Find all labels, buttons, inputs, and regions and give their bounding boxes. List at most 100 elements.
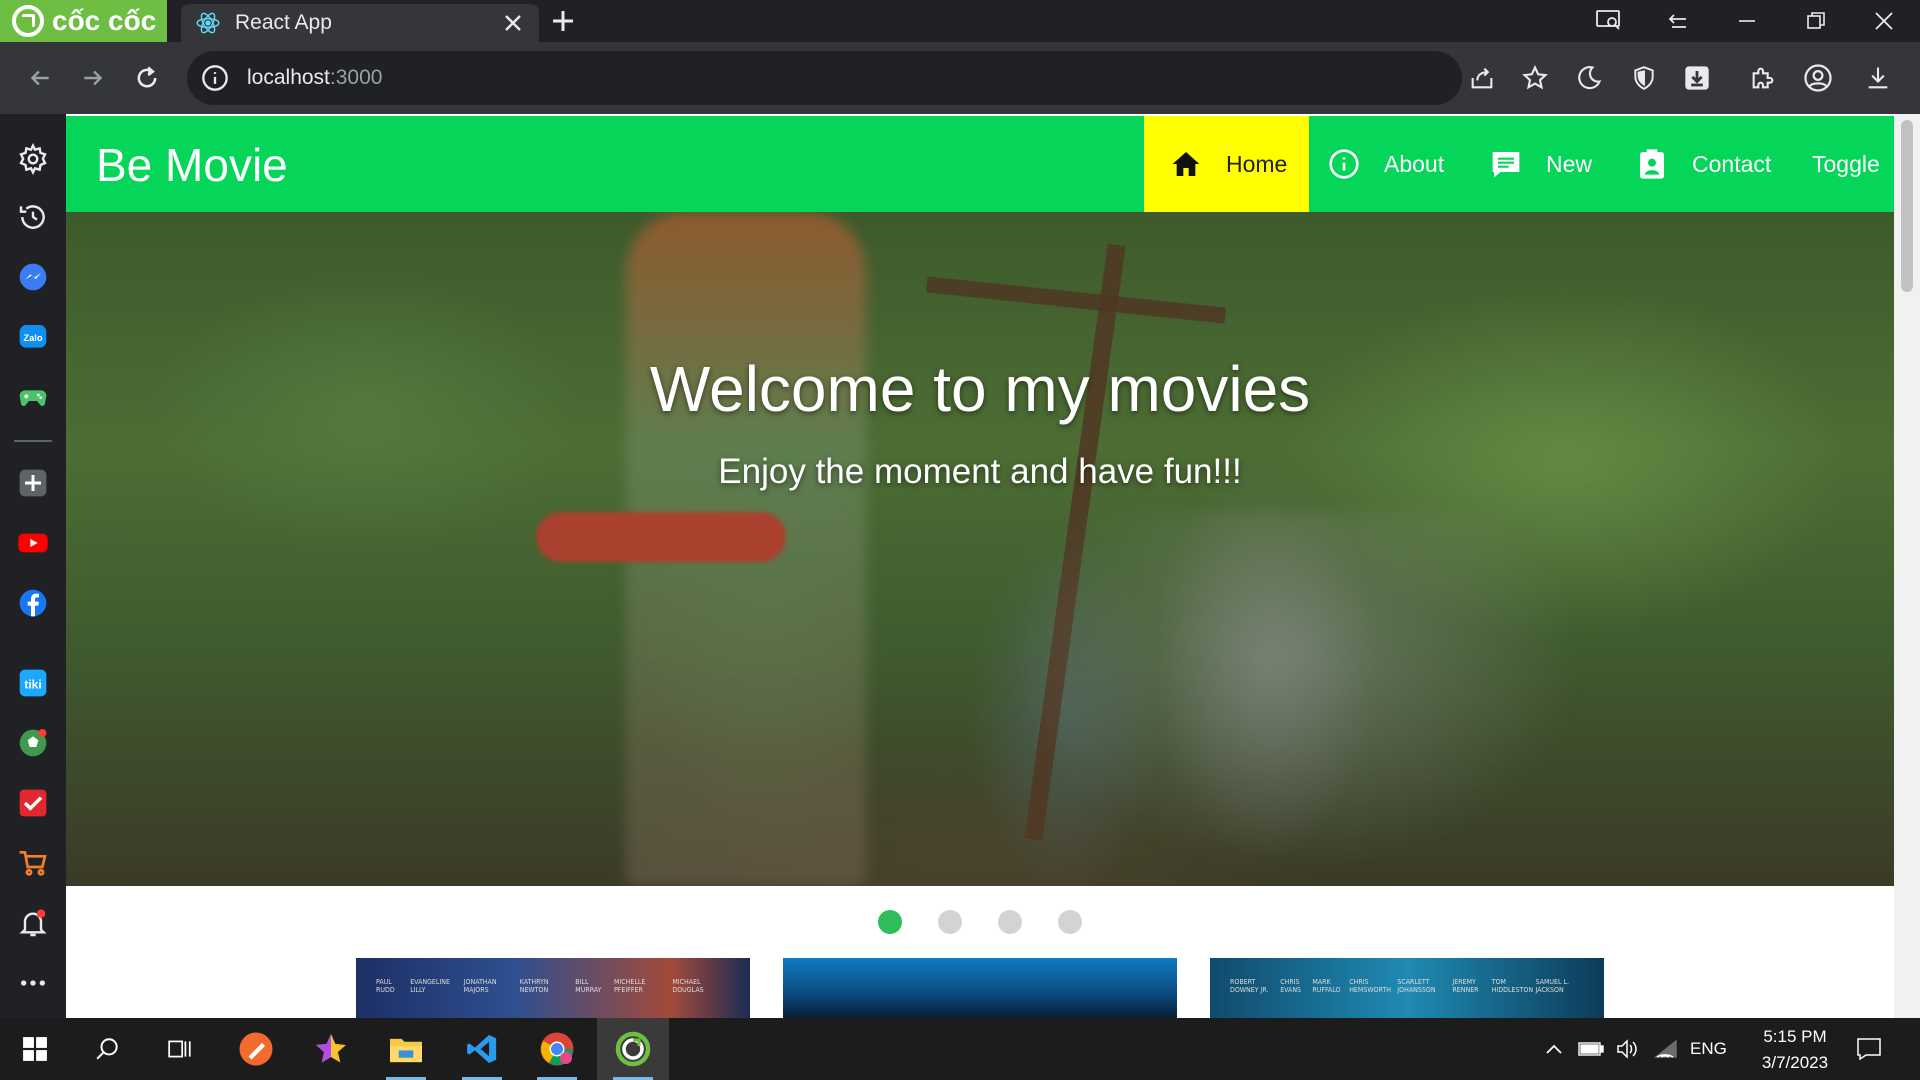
tiki-icon[interactable]: tiki	[14, 664, 52, 702]
restore-icon[interactable]	[1796, 4, 1836, 38]
nav-home[interactable]: Home	[1144, 116, 1310, 212]
clock-time: 5:15 PM	[1763, 1027, 1827, 1046]
hero-headline: Welcome to my movies	[649, 353, 1311, 425]
show-hidden-icons-chevron-icon[interactable]	[1544, 1018, 1564, 1080]
settings-gear-icon[interactable]	[14, 140, 52, 178]
dark-mode-icon[interactable]	[1571, 60, 1607, 96]
react-icon	[196, 12, 220, 34]
vscode-icon[interactable]	[450, 1018, 514, 1080]
bookmark-star-icon[interactable]	[1517, 60, 1553, 96]
file-explorer-icon[interactable]	[374, 1018, 438, 1080]
shield-icon[interactable]	[1626, 60, 1662, 96]
windows-taskbar: ENG 5:15 PM 3/7/2023	[0, 1018, 1920, 1080]
forward-icon[interactable]	[75, 60, 111, 96]
coccoc-taskbar-icon[interactable]	[597, 1018, 669, 1080]
notification-bell-icon[interactable]	[14, 904, 52, 942]
carousel-dot-1[interactable]	[878, 910, 902, 934]
savior-download-icon[interactable]	[1679, 60, 1715, 96]
coccoc-logo-icon	[12, 5, 44, 37]
nav-new-label: New	[1546, 150, 1593, 177]
reload-icon[interactable]	[129, 60, 165, 96]
star-app-icon[interactable]	[299, 1018, 363, 1080]
url-text: localhost:3000	[247, 66, 383, 89]
share-icon[interactable]	[1464, 60, 1500, 96]
wifi-icon[interactable]	[1654, 1018, 1678, 1080]
movie-poster-2[interactable]	[783, 958, 1177, 1018]
minimize-icon[interactable]	[1727, 4, 1767, 38]
nav-toggle[interactable]: Toggle	[1812, 116, 1880, 212]
taskbar-clock[interactable]: 5:15 PM 3/7/2023	[1740, 1024, 1850, 1076]
svg-text:Zalo: Zalo	[23, 333, 42, 343]
new-tab-icon[interactable]	[548, 6, 578, 36]
browser-toolbar: localhost:3000	[0, 42, 1920, 114]
hero-photo-crossbar	[925, 276, 1227, 324]
address-bar[interactable]: localhost:3000	[187, 51, 1462, 105]
sketch-app-icon[interactable]	[224, 1018, 288, 1080]
more-options-icon[interactable]	[14, 964, 52, 1002]
volume-icon[interactable]	[1616, 1018, 1640, 1080]
nav-contact-label: Contact	[1692, 150, 1772, 177]
windows-start-icon[interactable]	[3, 1018, 67, 1080]
close-window-icon[interactable]	[1864, 4, 1904, 38]
task-view-icon[interactable]	[148, 1018, 212, 1080]
poster-credits: PAUL RUDD EVANGELINE LILLY JONATHAN MAJORS…	[376, 978, 704, 994]
facebook-icon[interactable]	[14, 584, 52, 622]
zalo-icon[interactable]: Zalo	[14, 318, 52, 356]
hero-photo-children	[1006, 512, 1586, 872]
brand-label: cốc cốc	[52, 5, 157, 36]
shopping-cart-icon[interactable]	[14, 844, 52, 882]
messenger-icon[interactable]	[14, 258, 52, 296]
sidebar-divider	[14, 440, 52, 442]
site-info-icon[interactable]	[201, 64, 229, 92]
history-icon[interactable]	[14, 198, 52, 236]
football-icon[interactable]	[14, 724, 52, 762]
sidebar-toggle-icon[interactable]	[1658, 4, 1698, 38]
hero-carousel-slide[interactable]: Welcome to my movies Enjoy the moment an…	[66, 212, 1894, 886]
news-icon	[1492, 152, 1520, 178]
movie-poster-3[interactable]: ROBERT DOWNEY JR. CHRIS EVANS MARK RUFFALO…	[1210, 958, 1604, 1018]
todo-check-icon[interactable]	[14, 784, 52, 822]
tab-title: React App	[235, 11, 332, 34]
site-title[interactable]: Be Movie	[96, 138, 288, 192]
close-tab-icon[interactable]	[501, 11, 525, 35]
back-icon[interactable]	[22, 60, 58, 96]
screen-search-icon[interactable]	[1589, 4, 1629, 38]
coccoc-brand-button[interactable]: cốc cốc	[0, 0, 167, 42]
add-panel-icon[interactable]	[14, 464, 52, 502]
site-navbar: Be Movie Home About New Contact Toggle	[66, 116, 1894, 212]
gamepad-icon[interactable]	[14, 378, 52, 416]
svg-text:tiki: tiki	[24, 677, 41, 691]
action-center-icon[interactable]	[1856, 1018, 1882, 1080]
nav-toggle-label: Toggle	[1812, 150, 1880, 177]
nav-about[interactable]: About	[1328, 116, 1444, 212]
browser-tab-strip: cốc cốc React App	[0, 0, 1920, 42]
battery-icon[interactable]	[1578, 1018, 1604, 1080]
chrome-icon[interactable]	[525, 1018, 589, 1080]
poster-credits: ROBERT DOWNEY JR. CHRIS EVANS MARK RUFFALO…	[1230, 978, 1570, 994]
contact-icon	[1640, 149, 1664, 179]
movie-poster-1[interactable]: PAUL RUDD EVANGELINE LILLY JONATHAN MAJORS…	[356, 958, 750, 1018]
hero-subline: Enjoy the moment and have fun!!!	[718, 452, 1242, 491]
downloads-icon[interactable]	[1860, 60, 1896, 96]
page-scrollbar[interactable]	[1894, 114, 1920, 1018]
nav-new[interactable]: New	[1490, 116, 1592, 212]
nav-about-label: About	[1384, 150, 1445, 177]
search-icon[interactable]	[76, 1018, 140, 1080]
info-icon	[1329, 149, 1359, 179]
tab-react-app[interactable]: React App	[181, 4, 539, 42]
input-language[interactable]: ENG	[1690, 1018, 1727, 1080]
carousel-dot-3[interactable]	[998, 910, 1022, 934]
youtube-icon[interactable]	[14, 524, 52, 562]
carousel-indicators	[878, 910, 1082, 934]
hero-photo-pillow	[536, 512, 786, 562]
page-viewport: Be Movie Home About New Contact Toggle W…	[66, 114, 1920, 1018]
carousel-dot-4[interactable]	[1058, 910, 1082, 934]
profile-icon[interactable]	[1800, 60, 1836, 96]
carousel-dot-2[interactable]	[938, 910, 962, 934]
nav-contact[interactable]: Contact	[1636, 116, 1771, 212]
home-icon	[1172, 152, 1200, 176]
extensions-icon[interactable]	[1745, 60, 1781, 96]
scrollbar-thumb[interactable]	[1901, 120, 1913, 292]
clock-date: 3/7/2023	[1761, 1053, 1829, 1072]
browser-sidebar: Zalo tiki	[0, 114, 66, 1018]
